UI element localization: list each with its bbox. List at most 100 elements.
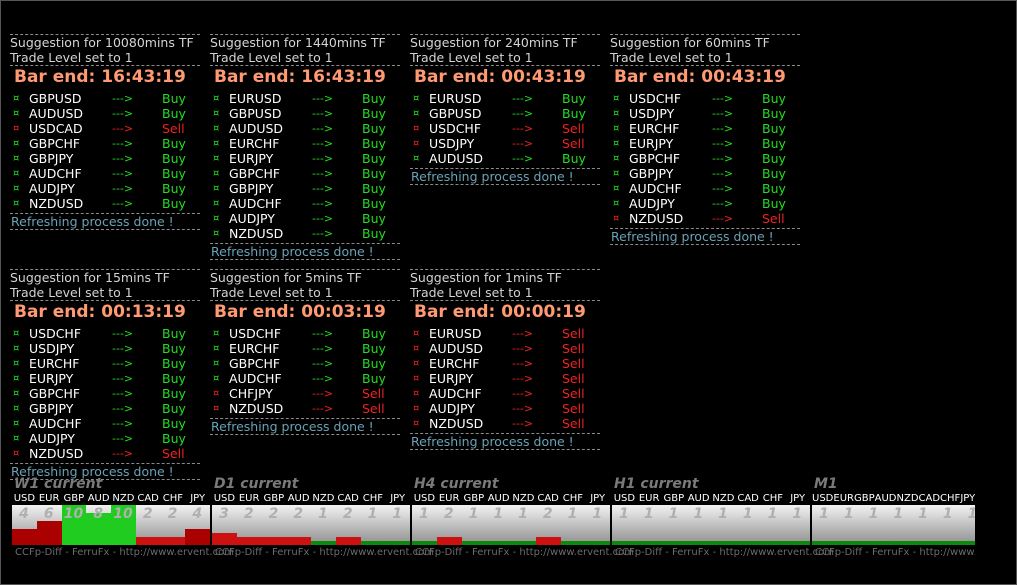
signal-arrow: --->	[512, 387, 534, 400]
signal-row: ¤ NZDUSD ---> Sell	[410, 416, 600, 431]
signal-action: Buy	[162, 326, 186, 341]
currency-sign-icon: ¤	[13, 448, 20, 459]
currency-label: AUD	[487, 493, 510, 504]
signal-action: Buy	[562, 151, 586, 166]
currency-label: NZD	[112, 493, 135, 504]
signal-action: Buy	[362, 121, 386, 136]
pair-symbol: AUDCHF	[629, 181, 682, 196]
strength-bar	[311, 541, 336, 545]
panel-title: Suggestion for 240mins TF	[410, 35, 578, 50]
signal-action: Sell	[562, 356, 585, 371]
currency-sign-icon: ¤	[213, 228, 220, 239]
strength-bar	[412, 541, 437, 545]
pair-symbol: GBPUSD	[29, 91, 82, 106]
strength-bar	[261, 537, 287, 545]
currency-sign-icon: ¤	[613, 108, 620, 119]
signal-arrow: --->	[512, 107, 534, 120]
signal-row: ¤ EURJPY ---> Buy	[210, 151, 400, 166]
dashed-separator	[210, 434, 400, 435]
signal-row: ¤ EURJPY ---> Sell	[410, 371, 600, 386]
signal-action: Buy	[162, 401, 186, 416]
panel-title: Suggestion for 10080mins TF	[10, 35, 194, 50]
signal-arrow: --->	[712, 167, 734, 180]
pair-symbol: NZDUSD	[429, 416, 484, 431]
currency-sign-icon: ¤	[413, 138, 420, 149]
signal-row: ¤ GBPJPY ---> Buy	[10, 401, 200, 416]
signal-arrow: --->	[312, 342, 334, 355]
strength-value: 1	[961, 506, 975, 522]
refresh-status: Refreshing process done !	[611, 229, 774, 244]
pair-symbol: USDJPY	[629, 106, 675, 121]
pair-symbol: GBPCHF	[229, 166, 281, 181]
refresh-status: Refreshing process done !	[411, 434, 574, 449]
signal-action: Buy	[162, 151, 186, 166]
strength-bar	[486, 541, 511, 545]
pair-symbol: NZDUSD	[229, 401, 284, 416]
currency-label: NZD	[896, 493, 919, 504]
signal-row: ¤ EURUSD ---> Sell	[410, 326, 600, 341]
signal-row: ¤ GBPCHF ---> Buy	[10, 386, 200, 401]
currency-sign-icon: ¤	[213, 198, 220, 209]
signal-row: ¤ USDCAD ---> Sell	[10, 121, 200, 136]
strength-value: 1	[718, 506, 728, 522]
signal-row: ¤ AUDCHF ---> Sell	[410, 386, 600, 401]
signal-row: ¤ AUDCHF ---> Buy	[610, 181, 800, 196]
strength-value: 1	[619, 506, 629, 522]
signal-arrow: --->	[112, 327, 134, 340]
signal-row: ¤ USDCHF ---> Buy	[610, 91, 800, 106]
signal-row: ¤ NZDUSD ---> Buy	[210, 226, 400, 241]
signal-arrow: --->	[312, 182, 334, 195]
pair-symbol: AUDUSD	[29, 106, 84, 121]
currency-header: USD EUR GBP AUD NZD CAD CHF JPY	[612, 492, 810, 505]
strength-bar	[286, 537, 311, 545]
signal-row: ¤ AUDJPY ---> Buy	[10, 181, 200, 196]
signal-action: Buy	[162, 341, 186, 356]
currency-sign-icon: ¤	[213, 168, 220, 179]
currency-sign-icon: ¤	[213, 153, 220, 164]
signal-action: Buy	[162, 416, 186, 431]
signal-arrow: --->	[512, 402, 534, 415]
strength-bar	[560, 541, 586, 545]
signal-action: Sell	[162, 121, 185, 136]
signal-action: Buy	[162, 106, 186, 121]
currency-sign-icon: ¤	[13, 343, 20, 354]
signal-action: Buy	[362, 91, 386, 106]
strength-bar	[785, 541, 810, 545]
signal-action: Buy	[162, 371, 186, 386]
strength-bars: 11111111	[612, 505, 810, 545]
signal-action: Buy	[162, 181, 186, 196]
currency-sign-icon: ¤	[213, 123, 220, 134]
pair-symbol: GBPCHF	[29, 136, 81, 151]
currency-sign-icon: ¤	[13, 373, 20, 384]
currency-sign-icon: ¤	[213, 183, 220, 194]
signal-row: ¤ AUDUSD ---> Sell	[410, 341, 600, 356]
pair-symbol: GBPJPY	[29, 401, 74, 416]
strength-value: 1	[419, 506, 429, 522]
signal-row: ¤ EURCHF ---> Buy	[10, 356, 200, 371]
strength-value: 4	[19, 506, 29, 522]
pair-symbol: EURUSD	[429, 91, 482, 106]
currency-sign-icon: ¤	[13, 168, 20, 179]
strength-bar	[636, 541, 662, 545]
signal-arrow: --->	[712, 182, 734, 195]
strength-bar	[935, 541, 961, 545]
pair-symbol: GBPCHF	[29, 386, 81, 401]
signal-row: ¤ USDJPY ---> Sell	[410, 136, 600, 151]
currency-sign-icon: ¤	[413, 153, 420, 164]
strength-bar	[236, 537, 262, 545]
signal-arrow: --->	[112, 447, 134, 460]
refresh-status: Refreshing process done !	[11, 214, 174, 229]
signal-action: Buy	[362, 166, 386, 181]
timeframe-label: D1 current	[214, 476, 299, 492]
strength-value: 1	[868, 506, 879, 522]
strength-value: 1	[693, 506, 704, 522]
suggestion-panel: Suggestion for 1440mins TF Trade Level se…	[210, 34, 400, 260]
pair-symbol: AUDCHF	[229, 196, 282, 211]
currency-sign-icon: ¤	[213, 213, 220, 224]
currency-label: AUD	[874, 493, 897, 504]
panel-title: Suggestion for 1mins TF	[410, 270, 562, 285]
timeframe-label: W1 current	[14, 476, 103, 492]
signal-arrow: --->	[512, 327, 534, 340]
currency-sign-icon: ¤	[13, 93, 20, 104]
strength-value: 2	[342, 506, 353, 522]
